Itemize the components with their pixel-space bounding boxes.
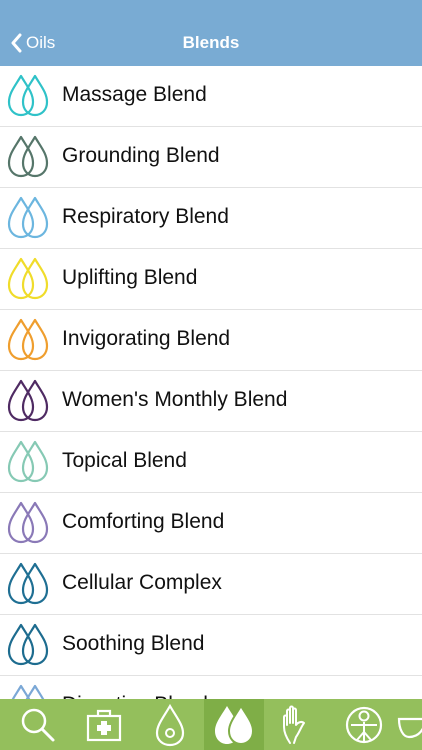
page-title: Blends [182, 33, 240, 52]
drop-pair-icon [6, 195, 50, 241]
search-icon [18, 705, 58, 745]
list-item[interactable]: Massage Blend [0, 66, 422, 127]
list-item[interactable]: Women's Monthly Blend [0, 371, 422, 432]
list-item[interactable]: Comforting Blend [0, 493, 422, 554]
tab-bowl[interactable] [395, 699, 422, 750]
list-item-label: Women's Monthly Blend [62, 388, 288, 411]
double-drop-icon [211, 703, 257, 747]
list-item[interactable]: Grounding Blend [0, 127, 422, 188]
list-item-label: Comforting Blend [62, 510, 225, 533]
list-item-label: Uplifting Blend [62, 266, 198, 289]
single-drop-icon [150, 703, 190, 747]
tab-bar [0, 699, 422, 750]
drop-pair-icon [6, 134, 50, 180]
tab-hand[interactable] [268, 699, 328, 750]
list-item[interactable]: Soothing Blend [0, 615, 422, 676]
body-systems-icon [343, 704, 385, 746]
drop-pair-icon [6, 561, 50, 607]
list-item[interactable]: Cellular Complex [0, 554, 422, 615]
list-item-label: Grounding Blend [62, 144, 220, 167]
drop-pair-icon [6, 622, 50, 668]
drop-pair-icon [6, 256, 50, 302]
navigation-bar: Oils Blends [0, 0, 422, 66]
list-item-label: Cellular Complex [62, 571, 222, 594]
list-item-label: Massage Blend [62, 83, 207, 106]
list-item-label: Soothing Blend [62, 632, 205, 655]
list-item[interactable]: Uplifting Blend [0, 249, 422, 310]
tab-search[interactable] [8, 699, 68, 750]
first-aid-icon [84, 705, 124, 745]
tab-body-systems[interactable] [334, 699, 394, 750]
drop-pair-icon [6, 439, 50, 485]
blend-list[interactable]: Massage Blend Grounding Blend Respiratory … [0, 66, 422, 699]
drop-pair-icon [6, 73, 50, 119]
list-item[interactable]: Respiratory Blend [0, 188, 422, 249]
list-item[interactable]: Digestive Blend [0, 676, 422, 699]
list-item-label: Topical Blend [62, 449, 187, 472]
drop-pair-icon [6, 378, 50, 424]
hand-icon [278, 703, 318, 747]
list-item-label: Respiratory Blend [62, 205, 229, 228]
drop-pair-icon [6, 500, 50, 546]
drop-pair-icon [6, 683, 50, 699]
drop-pair-icon [6, 317, 50, 363]
list-item[interactable]: Topical Blend [0, 432, 422, 493]
tab-single-drop[interactable] [140, 699, 200, 750]
tab-double-drop[interactable] [204, 699, 264, 750]
tab-first-aid[interactable] [74, 699, 134, 750]
list-item-label: Invigorating Blend [62, 327, 231, 350]
list-item[interactable]: Invigorating Blend [0, 310, 422, 371]
bowl-icon [395, 705, 422, 745]
